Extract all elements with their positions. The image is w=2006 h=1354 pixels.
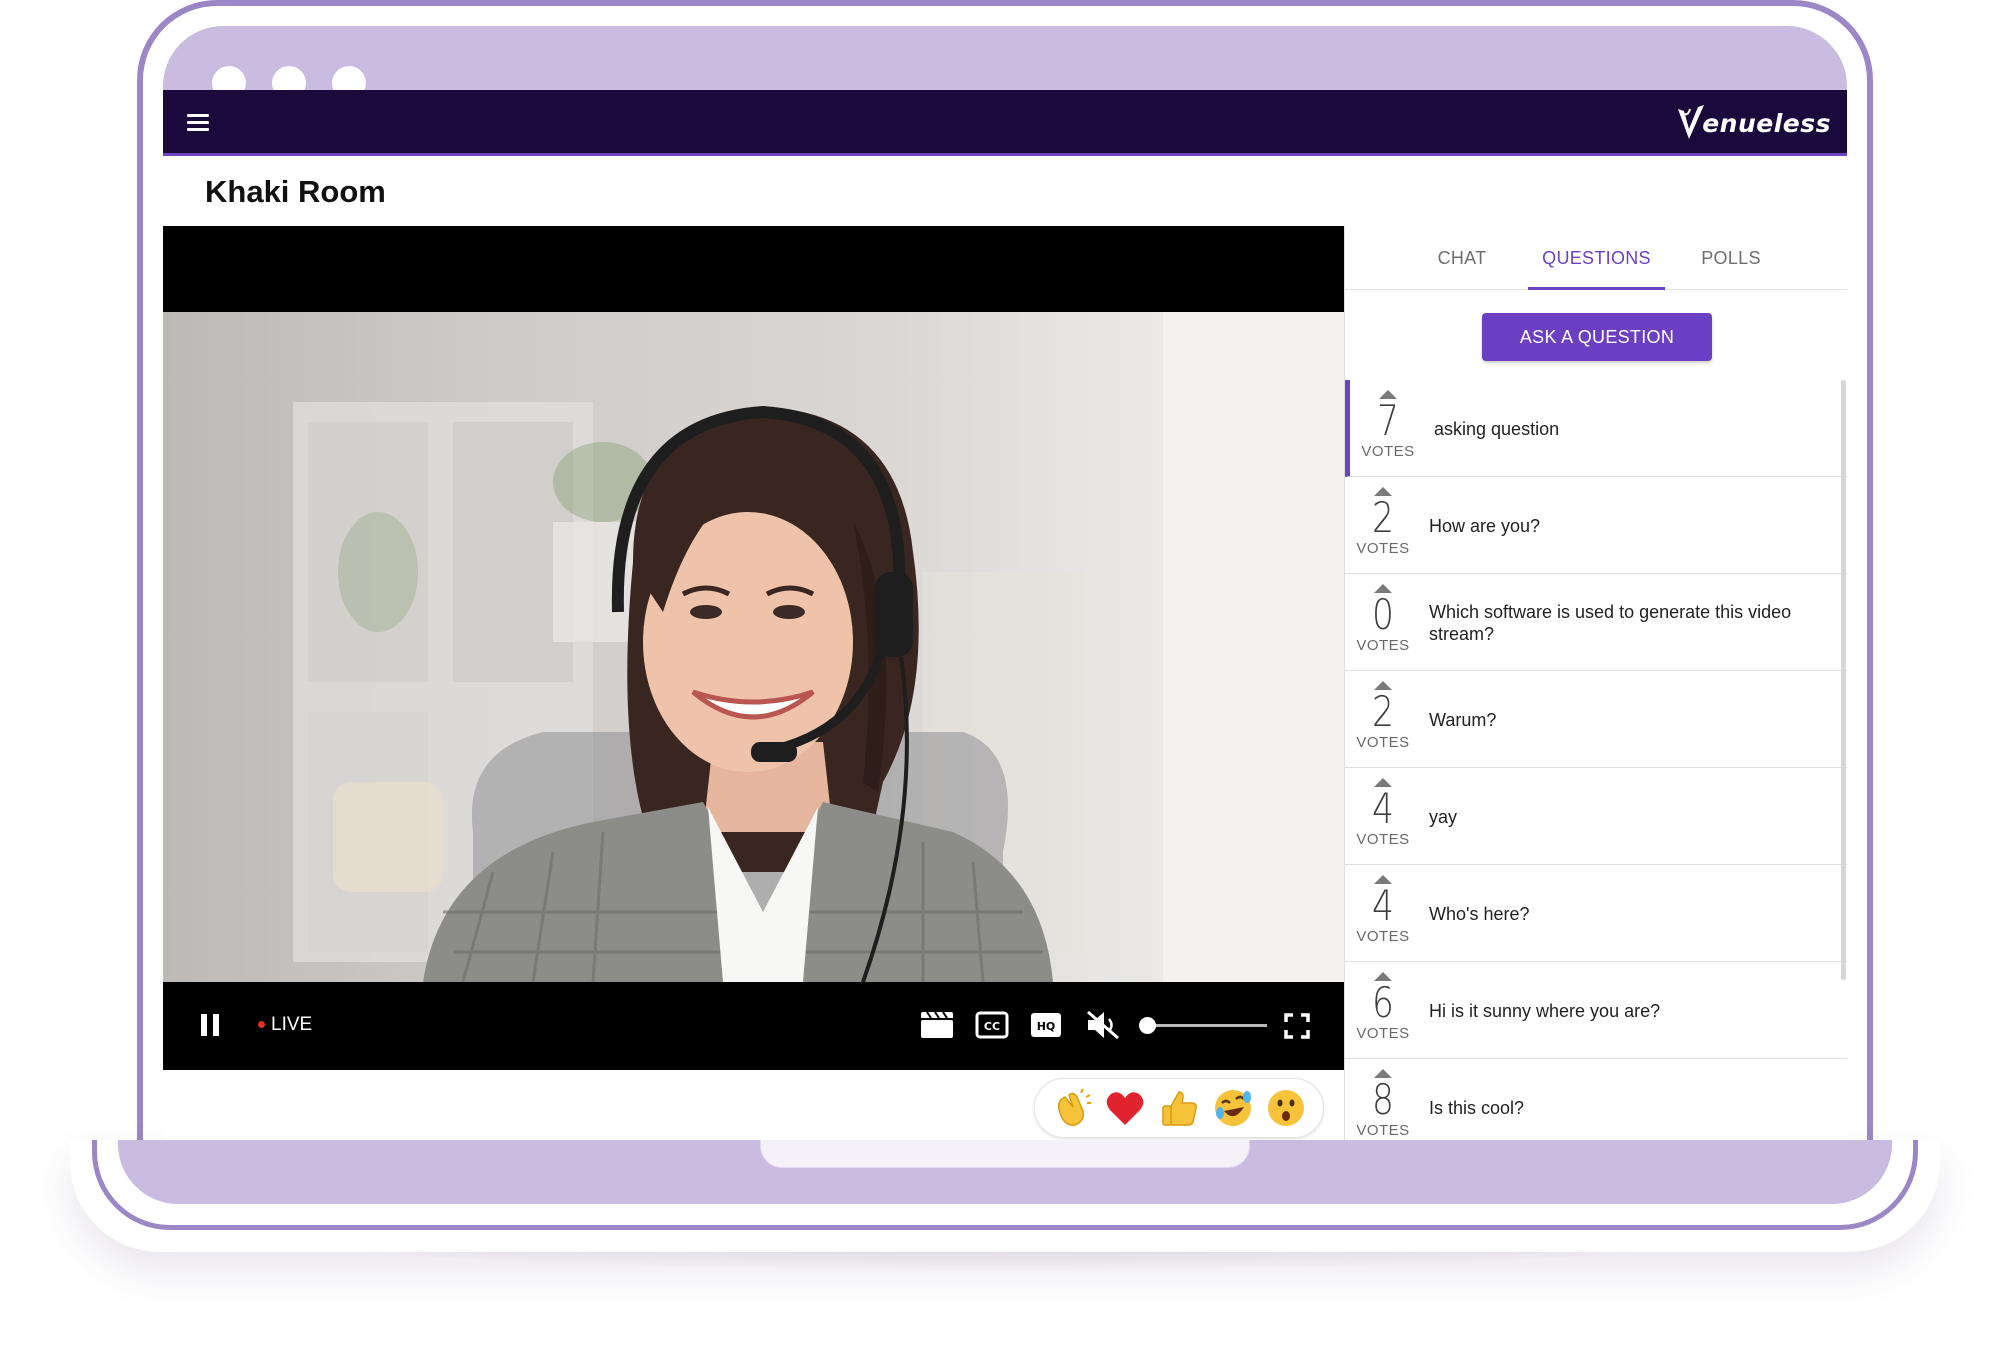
tab-questions[interactable]: QUESTIONS (1528, 226, 1665, 290)
question-item[interactable]: 0 VOTES Which software is used to generate… (1345, 574, 1847, 671)
question-item[interactable]: 2 VOTES How are you? (1345, 477, 1847, 574)
heart-icon[interactable] (1104, 1087, 1146, 1129)
question-item[interactable]: 4 VOTES Who's here? (1345, 865, 1847, 962)
question-text: Which software is used to generate this … (1429, 574, 1829, 671)
vote-control: 7 VOTES (1358, 386, 1418, 460)
question-text-label: Warum? (1429, 709, 1497, 730)
votes-label: VOTES (1356, 1025, 1410, 1042)
question-text-label: yay (1429, 806, 1458, 827)
room-title: Khaki Room (205, 174, 386, 209)
live-text: LIVE (271, 1014, 313, 1035)
volume-muted-icon[interactable] (1085, 1009, 1121, 1041)
volume-slider[interactable] (1139, 1017, 1267, 1034)
room-header: Khaki Room (163, 156, 1847, 226)
menu-icon[interactable] (187, 114, 209, 132)
vote-count: 8 (1372, 1075, 1394, 1124)
vote-count: 4 (1372, 881, 1394, 930)
question-text: Is this cool? (1429, 1059, 1829, 1140)
questions-list: 7 VOTES asking question 2 VOTES How are you? 0… (1345, 380, 1847, 1140)
hq-quality-icon[interactable]: HQ (1029, 1010, 1063, 1040)
vote-count: 4 (1372, 784, 1394, 833)
votes-label: VOTES (1356, 637, 1410, 654)
question-text: Warum? (1429, 671, 1829, 768)
vote-count: 2 (1372, 687, 1394, 736)
question-item[interactable]: 4 VOTES yay (1345, 768, 1847, 865)
side-panel-tabs: CHAT QUESTIONS POLLS (1345, 226, 1847, 290)
live-dot-icon (258, 1021, 265, 1029)
presenter-video-image (293, 312, 1344, 982)
laughing-icon[interactable] (1212, 1087, 1254, 1129)
votes-label: VOTES (1361, 443, 1415, 460)
vote-count: 0 (1372, 590, 1394, 639)
closed-captions-icon[interactable]: CC (975, 1010, 1009, 1040)
question-text: Who's here? (1429, 865, 1829, 962)
question-item[interactable]: 8 VOTES Is this cool? (1345, 1059, 1847, 1140)
question-text-label: How are you? (1429, 515, 1541, 536)
live-indicator: LIVE (258, 1014, 312, 1036)
vote-control: 2 VOTES (1353, 677, 1413, 751)
vote-count: 6 (1372, 978, 1394, 1027)
vote-control: 8 VOTES (1353, 1065, 1413, 1139)
top-bar: enueless (163, 90, 1847, 156)
reaction-bar (1034, 1078, 1324, 1138)
vote-control: 4 VOTES (1353, 774, 1413, 848)
tab-chat[interactable]: CHAT (1397, 226, 1527, 290)
votes-label: VOTES (1356, 540, 1410, 557)
votes-label: VOTES (1356, 734, 1410, 751)
question-text-label: Which software is used to generate this … (1429, 601, 1792, 644)
app-screen: enueless Khaki Room LIVE CC HQ CHAT QUES… (163, 90, 1847, 1140)
active-tab-indicator (1528, 287, 1665, 290)
video-player[interactable]: LIVE CC HQ (163, 226, 1344, 1070)
laptop-notch (760, 1140, 1250, 1168)
surprised-icon[interactable] (1265, 1087, 1307, 1129)
thumbs-up-icon[interactable] (1158, 1087, 1200, 1129)
question-text: yay (1429, 768, 1829, 865)
svg-text:HQ: HQ (1037, 1020, 1056, 1033)
vote-control: 4 VOTES (1353, 871, 1413, 945)
question-text: asking question (1434, 380, 1834, 477)
player-controls: LIVE CC HQ (163, 982, 1344, 1070)
question-text-label: asking question (1434, 418, 1560, 439)
fullscreen-icon[interactable] (1283, 1012, 1311, 1040)
video-frame (163, 312, 1344, 982)
marketing-stage: enueless Khaki Room LIVE CC HQ CHAT QUES… (0, 0, 2006, 1354)
votes-label: VOTES (1356, 1122, 1410, 1139)
question-item[interactable]: 2 VOTES Warum? (1345, 671, 1847, 768)
clapperboard-icon[interactable] (919, 1010, 955, 1040)
vote-count: 7 (1377, 396, 1399, 445)
question-text-label: Who's here? (1429, 903, 1530, 924)
question-text-label: Hi is it sunny where you are? (1429, 1000, 1661, 1021)
question-text-label: Is this cool? (1429, 1097, 1525, 1118)
votes-label: VOTES (1356, 928, 1410, 945)
question-item[interactable]: 6 VOTES Hi is it sunny where you are? (1345, 962, 1847, 1059)
volume-knob[interactable] (1139, 1017, 1156, 1034)
brand-logo[interactable]: enueless (1676, 102, 1831, 144)
tab-polls[interactable]: POLLS (1666, 226, 1796, 290)
question-text: How are you? (1429, 477, 1829, 574)
svg-text:CC: CC (984, 1020, 1000, 1033)
vote-count: 2 (1372, 493, 1394, 542)
vote-control: 6 VOTES (1353, 968, 1413, 1042)
question-text: Hi is it sunny where you are? (1429, 962, 1829, 1059)
pause-icon[interactable] (199, 1012, 221, 1038)
side-panel: CHAT QUESTIONS POLLS ASK A QUESTION 7 VOT… (1344, 226, 1847, 1140)
vote-control: 2 VOTES (1353, 483, 1413, 557)
votes-label: VOTES (1356, 831, 1410, 848)
logo-text: enueless (1702, 108, 1831, 138)
ask-question-button[interactable]: ASK A QUESTION (1482, 313, 1712, 361)
question-item[interactable]: 7 VOTES asking question (1345, 380, 1847, 477)
questions-scrollbar[interactable] (1841, 380, 1846, 980)
vote-control: 0 VOTES (1353, 580, 1413, 654)
clap-icon[interactable] (1051, 1087, 1093, 1129)
